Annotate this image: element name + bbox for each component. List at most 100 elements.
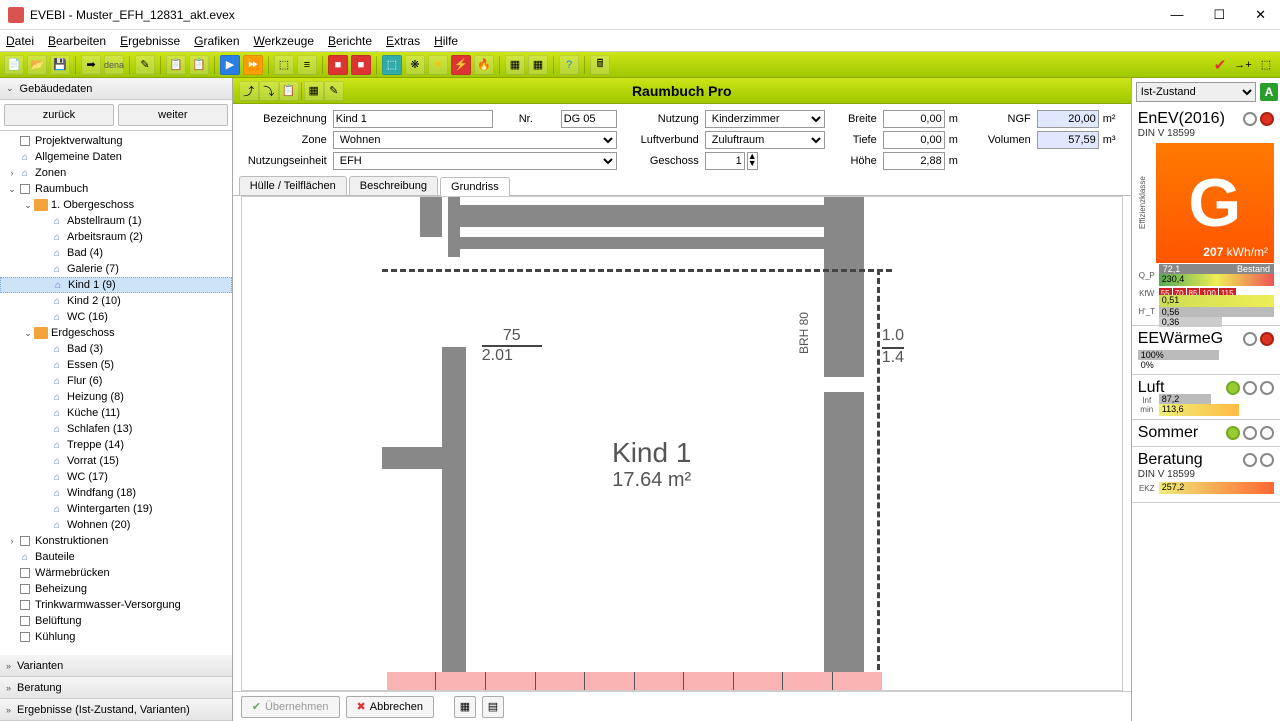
tree-item[interactable]: ⌄Raumbuch (0, 181, 232, 197)
fast-icon[interactable]: ⏩ (243, 55, 263, 75)
dena-icon[interactable]: dena (104, 55, 124, 75)
nav-back-button[interactable]: zurück (4, 104, 114, 126)
nav-forward-button[interactable]: weiter (118, 104, 228, 126)
tree-item[interactable]: ⌂Galerie (7) (0, 261, 232, 277)
ctr-pencil-icon[interactable]: ✎ (324, 81, 344, 101)
luftverbund-select[interactable]: Zuluftraum (705, 131, 825, 149)
tree-item[interactable]: ⌂Bauteile (0, 549, 232, 565)
nr-input[interactable] (561, 110, 617, 128)
floorplan-canvas[interactable]: 75 2.01 BRH 80 1.0 1.4 Kind 1 17.64 m² (241, 196, 1123, 691)
tab-grundriss[interactable]: Grundriss (440, 177, 510, 196)
red1-icon[interactable]: ■ (328, 55, 348, 75)
menu-datei[interactable]: Datei (6, 34, 34, 48)
tree-item[interactable]: Wärmebrücken (0, 565, 232, 581)
breite-input[interactable] (883, 110, 945, 128)
play-icon[interactable]: ▶ (220, 55, 240, 75)
sidebar-header[interactable]: ⌄Gebäudedaten (0, 78, 232, 100)
tab-beschreibung[interactable]: Beschreibung (349, 176, 438, 195)
tool-b-icon[interactable]: ≡ (297, 55, 317, 75)
tree-item[interactable]: ⌂Heizung (8) (0, 389, 232, 405)
tool-a-icon[interactable]: ⬚ (274, 55, 294, 75)
new-icon[interactable]: 📄 (4, 55, 24, 75)
tab-huelle[interactable]: Hülle / Teilflächen (239, 176, 347, 195)
grid1-icon[interactable]: ▦ (505, 55, 525, 75)
tree-item[interactable]: ⌂Bad (3) (0, 341, 232, 357)
export-icon[interactable]: ➡ (81, 55, 101, 75)
geschoss-stepper[interactable]: ▲▼ (747, 152, 758, 170)
tree-item[interactable]: ⌂WC (17) (0, 469, 232, 485)
volumen-input[interactable] (1037, 131, 1099, 149)
view2-icon[interactable]: ▤ (482, 696, 504, 718)
view1-icon[interactable]: ▦ (454, 696, 476, 718)
save-icon[interactable]: 💾 (50, 55, 70, 75)
tree-item[interactable]: ⌄Erdgeschoss (0, 325, 232, 341)
doc1-icon[interactable]: 📋 (166, 55, 186, 75)
abbrechen-button[interactable]: ✖Abbrechen (346, 696, 434, 718)
tree-item[interactable]: ›Konstruktionen (0, 533, 232, 549)
tree-item[interactable]: ⌂Kind 1 (9) (0, 277, 232, 293)
tree-item[interactable]: Projektverwaltung (0, 133, 232, 149)
tree-view[interactable]: Projektverwaltung⌂Allgemeine Daten›⌂Zone… (0, 131, 232, 655)
tree-item[interactable]: ⌂Vorrat (15) (0, 453, 232, 469)
bolt-icon[interactable]: ⚡ (451, 55, 471, 75)
tree-item[interactable]: ⌂Abstellraum (1) (0, 213, 232, 229)
tree-item[interactable]: ⌂Essen (5) (0, 357, 232, 373)
tree-item[interactable]: ⌂Treppe (14) (0, 437, 232, 453)
wand-icon[interactable]: ✎ (135, 55, 155, 75)
maximize-button[interactable]: ☐ (1207, 7, 1231, 23)
tiefe-input[interactable] (883, 131, 945, 149)
fan-icon[interactable]: ❋ (405, 55, 425, 75)
calc-icon[interactable]: 🖩 (590, 55, 610, 75)
nutzung-select[interactable]: Kinderzimmer (705, 110, 825, 128)
tree-item[interactable]: ⌂Wohnen (20) (0, 517, 232, 533)
tree-item[interactable]: Belüftung (0, 613, 232, 629)
menu-extras[interactable]: Extras (386, 34, 420, 48)
hoehe-input[interactable] (883, 152, 945, 170)
grid2-icon[interactable]: ▦ (528, 55, 548, 75)
geschoss-input[interactable] (705, 152, 745, 170)
tree-item[interactable]: ⌂Küche (11) (0, 405, 232, 421)
tree-item[interactable]: ⌂Flur (6) (0, 373, 232, 389)
tree-item[interactable]: ⌂Arbeitsraum (2) (0, 229, 232, 245)
tree-item[interactable]: ›⌂Zonen (0, 165, 232, 181)
menu-werkzeuge[interactable]: Werkzeuge (254, 34, 314, 48)
tree-item[interactable]: ⌄1. Obergeschoss (0, 197, 232, 213)
tree-item[interactable]: ⌂Windfang (18) (0, 485, 232, 501)
uebernehmen-button[interactable]: ✔Übernehmen (241, 696, 340, 718)
doc2-icon[interactable]: 📋 (189, 55, 209, 75)
menu-berichte[interactable]: Berichte (328, 34, 372, 48)
bezeichnung-input[interactable] (333, 110, 493, 128)
menu-ergebnisse[interactable]: Ergebnisse (120, 34, 180, 48)
open-icon[interactable]: 📂 (27, 55, 47, 75)
ctr-grid-icon[interactable]: ▦ (304, 81, 324, 101)
ctr-copy-icon[interactable]: 📋 (279, 81, 299, 101)
tree-item[interactable]: ⌂Schlafen (13) (0, 421, 232, 437)
a-badge[interactable]: A (1260, 83, 1278, 101)
fire-icon[interactable]: 🔥 (474, 55, 494, 75)
sidebar-ergebnisse[interactable]: »Ergebnisse (Ist-Zustand, Varianten) (0, 699, 232, 721)
ctr-tool2-icon[interactable]: ⤵ (259, 81, 279, 101)
menu-hilfe[interactable]: Hilfe (434, 34, 458, 48)
tree-item[interactable]: ⌂Bad (4) (0, 245, 232, 261)
ctr-tool1-icon[interactable]: ⤴ (239, 81, 259, 101)
sidebar-beratung[interactable]: »Beratung (0, 677, 232, 699)
menu-grafiken[interactable]: Grafiken (194, 34, 239, 48)
tree-item[interactable]: Trinkwarmwasser-Versorgung (0, 597, 232, 613)
tree-item[interactable]: ⌂Allgemeine Daten (0, 149, 232, 165)
cyan-icon[interactable]: ⬚ (382, 55, 402, 75)
tree-item[interactable]: ⌂Wintergarten (19) (0, 501, 232, 517)
help-icon[interactable]: ? (559, 55, 579, 75)
add-icon[interactable]: →+ (1233, 55, 1253, 75)
ngf-input[interactable] (1037, 110, 1099, 128)
tree-item[interactable]: Beheizung (0, 581, 232, 597)
layout-icon[interactable]: ⬚ (1256, 55, 1276, 75)
close-button[interactable]: ✕ (1249, 7, 1272, 23)
red2-icon[interactable]: ■ (351, 55, 371, 75)
sun-icon[interactable]: ☀ (428, 55, 448, 75)
tree-item[interactable]: ⌂WC (16) (0, 309, 232, 325)
zustand-select[interactable]: Ist-Zustand (1136, 82, 1256, 102)
minimize-button[interactable]: — (1164, 7, 1189, 23)
tree-item[interactable]: ⌂Kind 2 (10) (0, 293, 232, 309)
menu-bearbeiten[interactable]: Bearbeiten (48, 34, 106, 48)
sidebar-varianten[interactable]: »Varianten (0, 655, 232, 677)
